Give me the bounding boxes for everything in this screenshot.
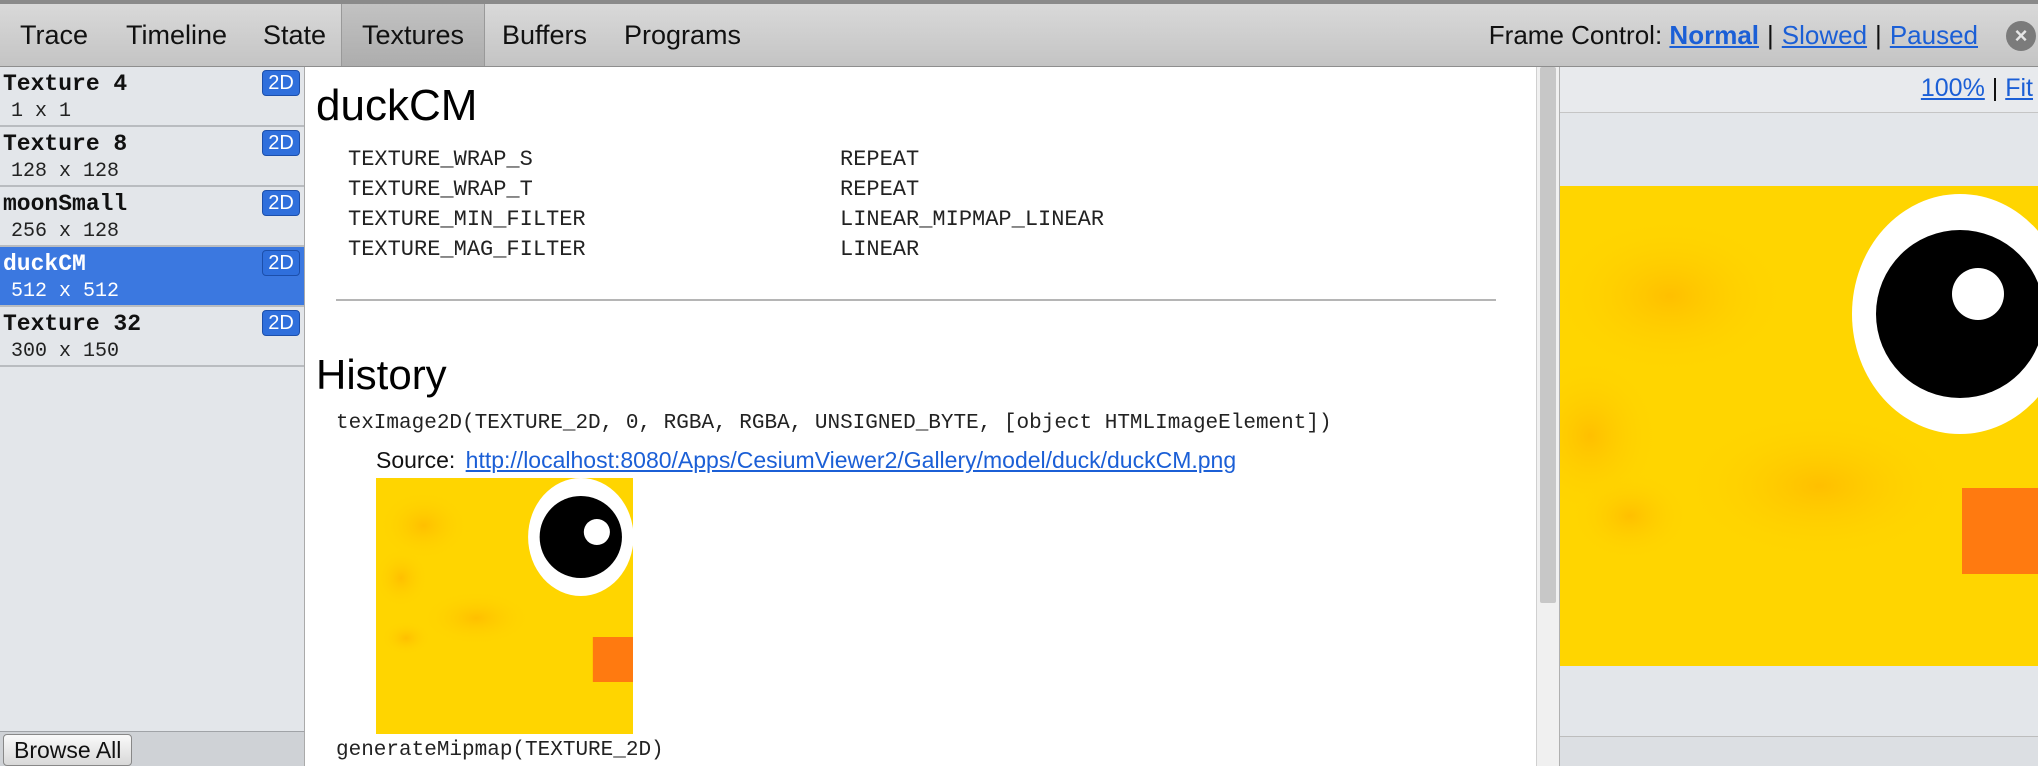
texture-size: 300 x 150	[11, 340, 120, 363]
webgl-inspector-window: Trace Timeline State Textures Buffers Pr…	[0, 0, 2038, 766]
texture-list-item[interactable]: moonSmall 256 x 128 2D	[0, 187, 304, 247]
texture-properties: TEXTURE_WRAP_S REPEAT TEXTURE_WRAP_T REPEA…	[348, 145, 1104, 265]
texture-title: duckCM	[316, 81, 478, 130]
texture-type-badge: 2D	[262, 250, 300, 276]
zoom-bar: 100% | Fit	[1560, 67, 2038, 113]
source-label: Source:	[376, 447, 456, 473]
separator: |	[1875, 20, 1882, 50]
divider	[336, 299, 1496, 301]
texture-type-badge: 2D	[262, 190, 300, 216]
zoom-links: 100% | Fit	[1921, 74, 2033, 103]
property-row: TEXTURE_MIN_FILTER LINEAR_MIPMAP_LINEAR	[348, 205, 1104, 235]
texture-size: 128 x 128	[11, 160, 120, 183]
horizontal-scrollbar[interactable]	[1560, 736, 2038, 766]
vertical-scrollbar[interactable]	[1536, 67, 1559, 766]
close-icon[interactable]: ×	[2006, 21, 2036, 51]
tab-programs[interactable]: Programs	[604, 4, 761, 66]
tab-trace[interactable]: Trace	[0, 4, 108, 66]
texture-list-item[interactable]: Texture 4 1 x 1 2D	[0, 67, 304, 127]
texture-list: Texture 4 1 x 1 2D Texture 8 128 x 128 2…	[0, 67, 305, 731]
property-value: REPEAT	[840, 147, 920, 172]
property-value: LINEAR_MIPMAP_LINEAR	[840, 207, 1105, 232]
zoom-100-link[interactable]: 100%	[1921, 74, 1985, 102]
history-call[interactable]: texImage2D(TEXTURE_2D, 0, RGBA, RGBA, UN…	[336, 412, 1332, 435]
property-row: TEXTURE_WRAP_T REPEAT	[348, 175, 1104, 205]
texture-name: moonSmall	[3, 191, 128, 217]
property-value: REPEAT	[840, 177, 920, 202]
texture-name: Texture 4	[3, 71, 128, 97]
property-key: TEXTURE_MIN_FILTER	[348, 207, 586, 232]
tab-timeline[interactable]: Timeline	[106, 4, 247, 66]
property-row: TEXTURE_WRAP_S REPEAT	[348, 145, 1104, 175]
zoom-fit-link[interactable]: Fit	[2005, 74, 2033, 102]
browse-bar: Browse All	[0, 731, 305, 766]
texture-size: 256 x 128	[11, 220, 120, 243]
separator: |	[1991, 74, 1999, 102]
texture-list-item[interactable]: Texture 32 300 x 150 2D	[0, 307, 304, 367]
property-key: TEXTURE_WRAP_S	[348, 147, 533, 172]
tab-textures[interactable]: Textures	[341, 4, 486, 66]
texture-name: Texture 8	[3, 131, 128, 157]
frame-slowed-link[interactable]: Slowed	[1782, 20, 1867, 50]
scrollbar-thumb[interactable]	[1540, 67, 1556, 603]
tab-state[interactable]: State	[243, 4, 346, 66]
texture-name: duckCM	[3, 251, 86, 277]
texture-preview-image[interactable]	[1560, 186, 2038, 666]
texture-type-badge: 2D	[262, 70, 300, 96]
texture-name: Texture 32	[3, 311, 142, 337]
frame-normal-link[interactable]: Normal	[1669, 20, 1759, 50]
texture-type-badge: 2D	[262, 310, 300, 336]
property-value: LINEAR	[840, 237, 920, 262]
separator: |	[1767, 20, 1774, 50]
frame-control: Frame Control: Normal | Slowed | Paused	[1489, 4, 1978, 66]
texture-thumbnail[interactable]	[373, 478, 634, 734]
texture-size: 512 x 512	[11, 280, 120, 303]
property-row: TEXTURE_MAG_FILTER LINEAR	[348, 235, 1104, 265]
property-key: TEXTURE_MAG_FILTER	[348, 237, 586, 262]
texture-type-badge: 2D	[262, 130, 300, 156]
texture-details-panel: duckCM TEXTURE_WRAP_S REPEAT TEXTURE_WRAP…	[306, 67, 1559, 766]
tab-buffers[interactable]: Buffers	[482, 4, 607, 66]
frame-paused-link[interactable]: Paused	[1890, 20, 1978, 50]
property-key: TEXTURE_WRAP_T	[348, 177, 533, 202]
texture-preview-panel: 100% | Fit	[1559, 67, 2038, 766]
texture-size: 1 x 1	[11, 100, 72, 123]
history-call[interactable]: generateMipmap(TEXTURE_2D)	[336, 739, 664, 762]
frame-control-label: Frame Control:	[1488, 20, 1663, 50]
texture-list-item[interactable]: Texture 8 128 x 128 2D	[0, 127, 304, 187]
top-toolbar: Trace Timeline State Textures Buffers Pr…	[0, 0, 2038, 67]
source-link[interactable]: http://localhost:8080/Apps/CesiumViewer2…	[466, 447, 1236, 473]
history-title: History	[316, 351, 447, 398]
texture-list-item-selected[interactable]: duckCM 512 x 512 2D	[0, 247, 304, 307]
browse-all-button[interactable]: Browse All	[3, 734, 133, 766]
source-line: Source: http://localhost:8080/Apps/Cesiu…	[376, 447, 1236, 474]
